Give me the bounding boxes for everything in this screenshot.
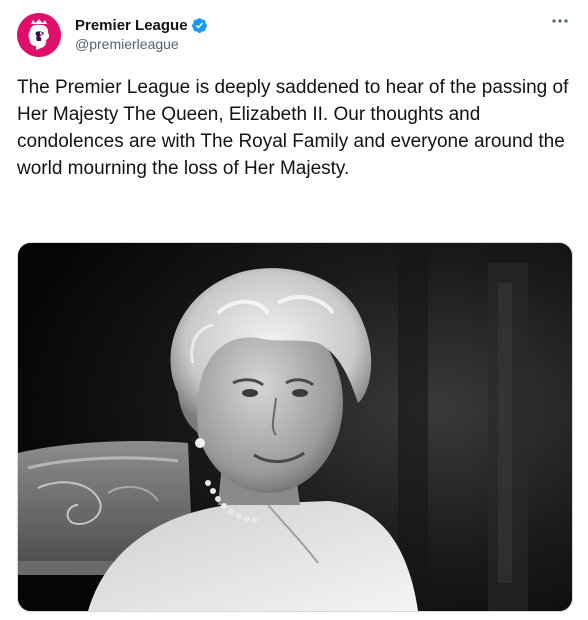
tweet-text: The Premier League is deeply saddened to… xyxy=(17,77,569,179)
account-handle[interactable]: @premierleague xyxy=(75,36,208,52)
premier-league-lion-icon xyxy=(17,13,61,57)
tweet-card[interactable]: Premier League @premierleague The Premie… xyxy=(0,0,588,620)
tweet-header: Premier League @premierleague xyxy=(17,13,573,57)
queen-portrait-image xyxy=(18,243,572,611)
display-name[interactable]: Premier League xyxy=(75,17,188,34)
more-options-icon[interactable] xyxy=(550,15,570,29)
avatar[interactable] xyxy=(17,13,61,57)
verified-badge-icon xyxy=(191,17,207,33)
account-names: Premier League @premierleague xyxy=(75,15,208,52)
display-name-row: Premier League xyxy=(75,15,208,35)
tweet-photo[interactable] xyxy=(17,242,573,612)
